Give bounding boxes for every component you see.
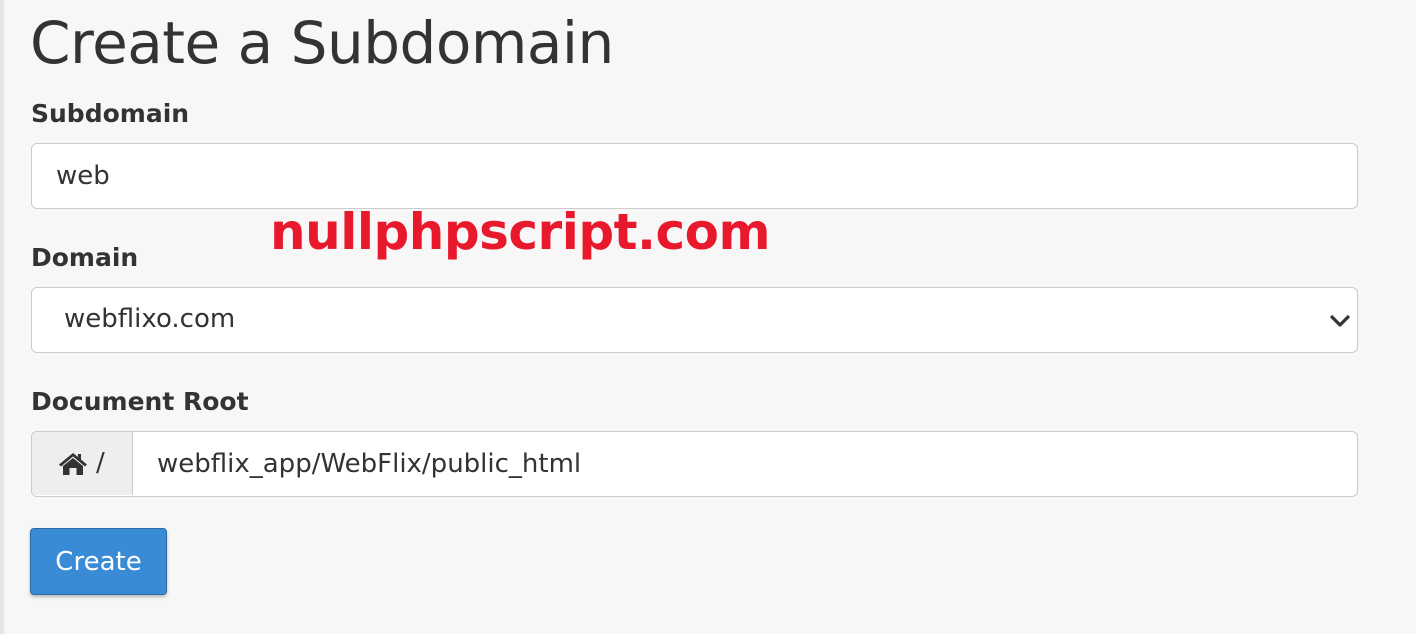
subdomain-label: Subdomain	[31, 99, 190, 128]
create-button[interactable]: Create	[30, 528, 167, 595]
home-icon	[59, 453, 87, 475]
document-root-label: Document Root	[31, 387, 249, 416]
domain-label: Domain	[31, 243, 139, 272]
watermark-text: nullphpscript.com	[270, 203, 771, 261]
chevron-down-icon	[1330, 315, 1350, 327]
page-title: Create a Subdomain	[30, 9, 614, 77]
domain-selected-value: webflixo.com	[64, 304, 236, 334]
document-root-group: /	[31, 431, 1358, 497]
document-root-input[interactable]	[133, 432, 1357, 495]
document-root-prefix: /	[32, 432, 133, 495]
left-edge-divider	[0, 0, 4, 634]
domain-select[interactable]: webflixo.com	[31, 287, 1358, 353]
path-separator: /	[96, 448, 105, 478]
